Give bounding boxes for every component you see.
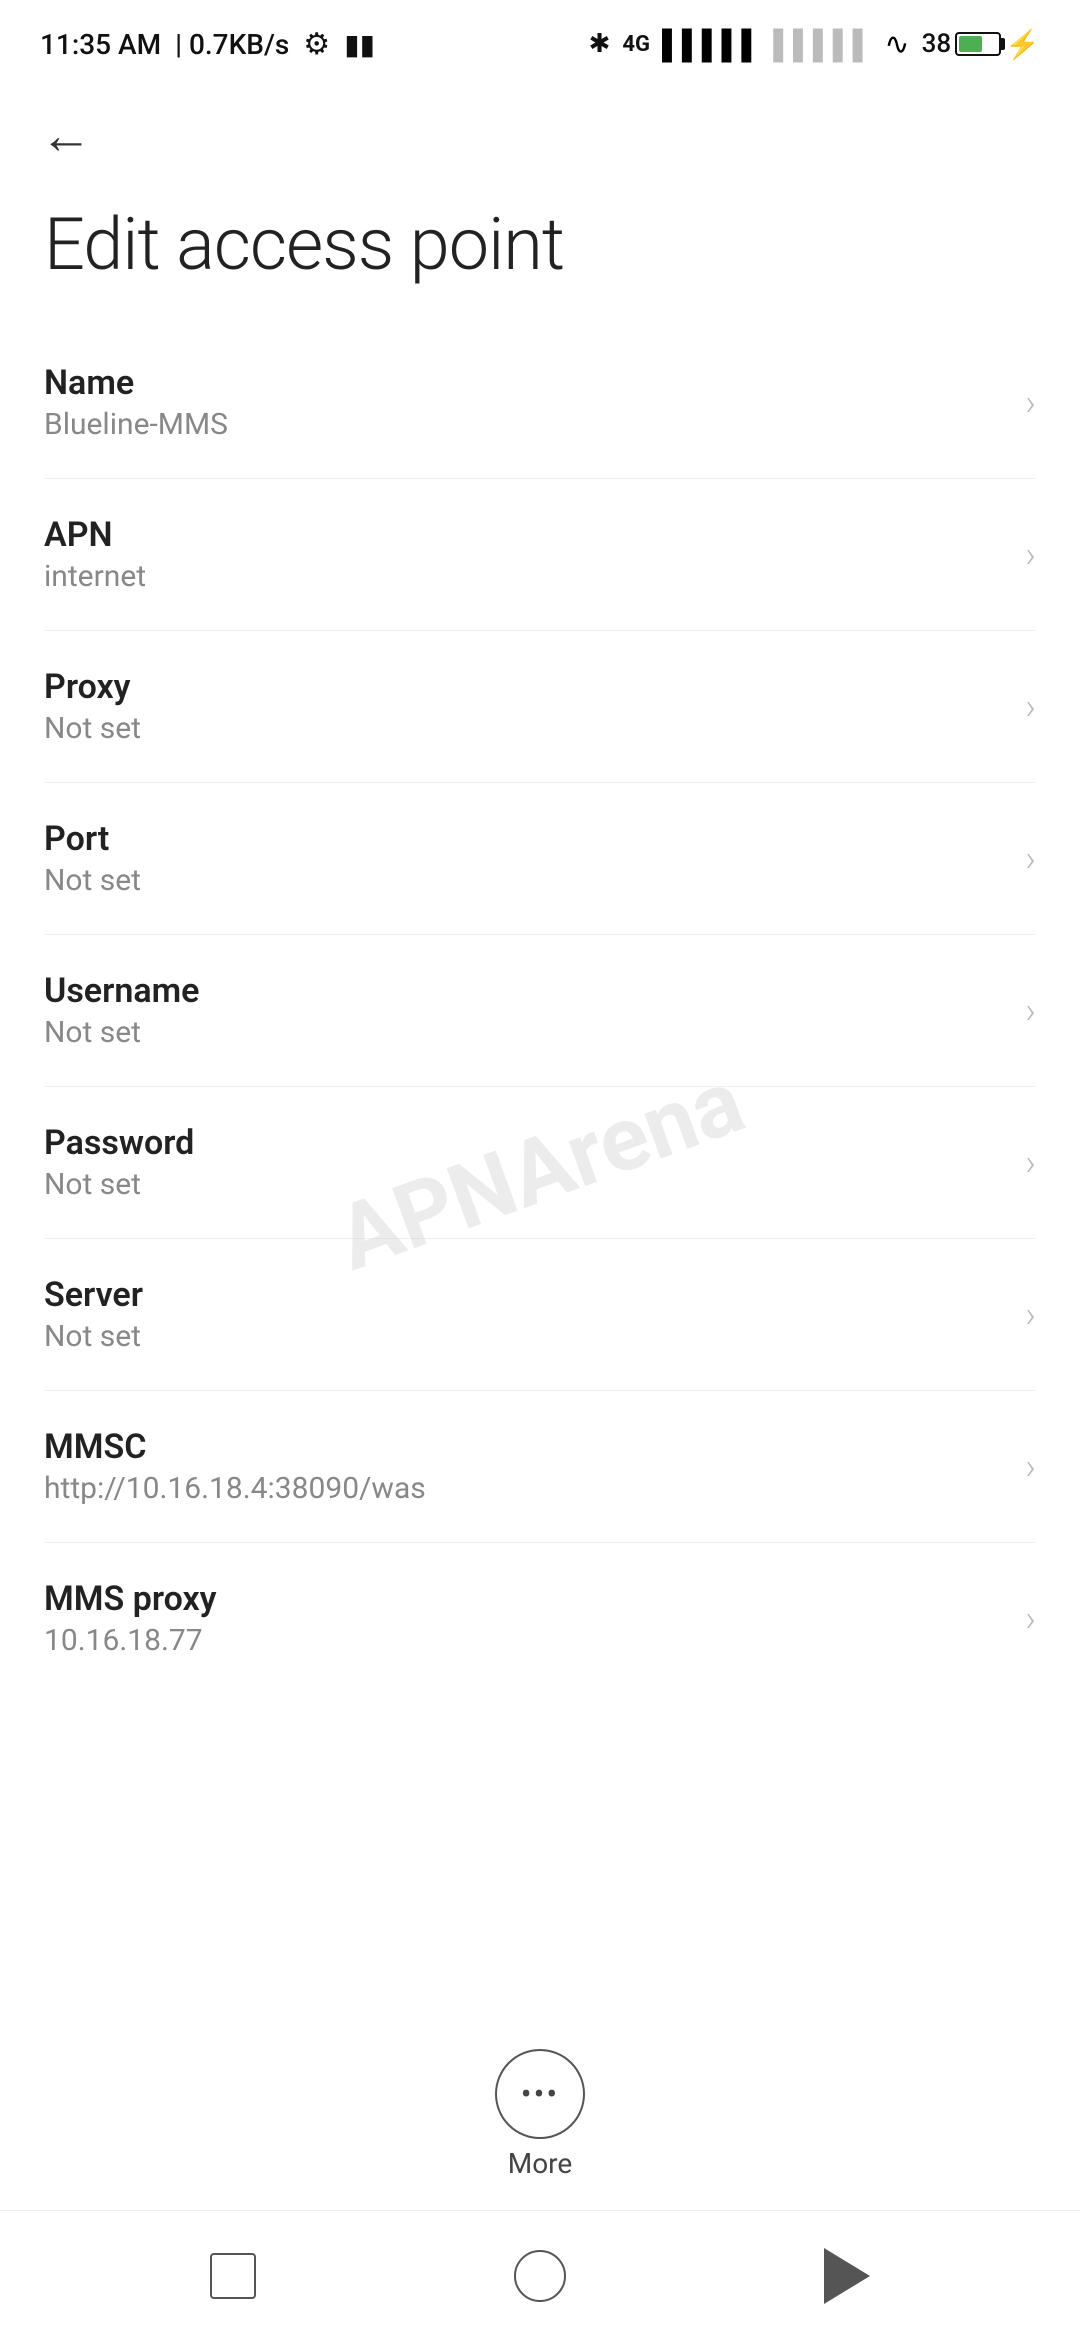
home-icon [514, 2250, 566, 2302]
settings-item-label: Server [44, 1275, 1005, 1315]
settings-item-apn[interactable]: APN internet › [44, 479, 1036, 631]
settings-item-content: Server Not set [44, 1275, 1005, 1354]
more-button[interactable]: ••• More [495, 2049, 585, 2180]
charging-icon: ⚡ [1005, 28, 1040, 61]
more-dots-icon: ••• [521, 2078, 559, 2110]
settings-item-name[interactable]: Name Blueline-MMS › [44, 327, 1036, 479]
settings-item-value: Not set [44, 711, 1005, 746]
settings-item-proxy[interactable]: Proxy Not set › [44, 631, 1036, 783]
recents-icon [210, 2253, 256, 2299]
network-4g-icon: 4G [622, 32, 650, 57]
chevron-right-icon: › [1025, 1598, 1036, 1640]
chevron-right-icon: › [1025, 382, 1036, 424]
settings-item-server[interactable]: Server Not set › [44, 1239, 1036, 1391]
settings-item-value: Blueline-MMS [44, 407, 1005, 442]
signal-bars2-icon: ▌▌▌▌▌ [773, 28, 872, 61]
status-bar: 11:35 AM | 0.7KB/s ⚙ ▮▮ ✱ 4G ▌▌▌▌▌ ▌▌▌▌▌… [0, 0, 1080, 80]
nav-back-button[interactable] [807, 2236, 887, 2316]
chevron-right-icon: › [1025, 534, 1036, 576]
settings-item-label: MMSC [44, 1427, 1005, 1467]
settings-item-value: Not set [44, 1167, 1005, 1202]
settings-item-content: Name Blueline-MMS [44, 363, 1005, 442]
settings-item-content: Username Not set [44, 971, 1005, 1050]
settings-item-password[interactable]: Password Not set › [44, 1087, 1036, 1239]
settings-item-value: 10.16.18.77 [44, 1623, 1005, 1658]
settings-item-port[interactable]: Port Not set › [44, 783, 1036, 935]
settings-item-content: Password Not set [44, 1123, 1005, 1202]
navigation-bar [0, 2210, 1080, 2340]
bluetooth-icon: ✱ [589, 29, 611, 59]
camera-icon: ▮▮ [344, 28, 375, 61]
settings-item-label: Port [44, 819, 1005, 859]
settings-item-value: internet [44, 559, 1005, 594]
chevron-right-icon: › [1025, 990, 1036, 1032]
back-arrow-icon: ← [40, 105, 92, 166]
settings-item-label: MMS proxy [44, 1579, 1005, 1619]
status-left: 11:35 AM | 0.7KB/s ⚙ ▮▮ [40, 27, 375, 62]
settings-item-label: Name [44, 363, 1005, 403]
settings-item-content: MMSC http://10.16.18.4:38090/was [44, 1427, 1005, 1506]
page-title: Edit access point [0, 182, 1080, 327]
settings-item-username[interactable]: Username Not set › [44, 935, 1036, 1087]
more-circle-icon: ••• [495, 2049, 585, 2139]
chevron-right-icon: › [1025, 686, 1036, 728]
settings-item-label: Password [44, 1123, 1005, 1163]
settings-list: Name Blueline-MMS › APN internet › Proxy… [0, 327, 1080, 1694]
settings-item-value: Not set [44, 1015, 1005, 1050]
chevron-right-icon: › [1025, 1446, 1036, 1488]
settings-item-content: Port Not set [44, 819, 1005, 898]
settings-item-label: APN [44, 515, 1005, 555]
settings-item-value: http://10.16.18.4:38090/was [44, 1471, 1005, 1506]
settings-item-content: Proxy Not set [44, 667, 1005, 746]
settings-item-value: Not set [44, 1319, 1005, 1354]
back-button[interactable]: ← [0, 80, 1080, 182]
settings-icon: ⚙ [303, 27, 330, 62]
battery-indicator: 38 ⚡ [922, 28, 1040, 61]
chevron-right-icon: › [1025, 1294, 1036, 1336]
chevron-right-icon: › [1025, 838, 1036, 880]
wifi-icon: ∿ [884, 27, 909, 62]
back-icon [824, 2248, 870, 2304]
settings-item-label: Proxy [44, 667, 1005, 707]
speed-display: | 0.7KB/s [175, 28, 289, 61]
chevron-right-icon: › [1025, 1142, 1036, 1184]
time-display: 11:35 AM [40, 28, 161, 61]
settings-item-content: APN internet [44, 515, 1005, 594]
more-label: More [508, 2147, 573, 2180]
nav-recents-button[interactable] [193, 2236, 273, 2316]
status-right: ✱ 4G ▌▌▌▌▌ ▌▌▌▌▌ ∿ 38 ⚡ [589, 27, 1040, 62]
settings-item-content: MMS proxy 10.16.18.77 [44, 1579, 1005, 1658]
settings-item-label: Username [44, 971, 1005, 1011]
nav-home-button[interactable] [500, 2236, 580, 2316]
signal-bars-icon: ▌▌▌▌▌ [662, 28, 761, 61]
settings-item-mmsc[interactable]: MMSC http://10.16.18.4:38090/was › [44, 1391, 1036, 1543]
settings-item-mms-proxy[interactable]: MMS proxy 10.16.18.77 › [44, 1543, 1036, 1694]
settings-item-value: Not set [44, 863, 1005, 898]
